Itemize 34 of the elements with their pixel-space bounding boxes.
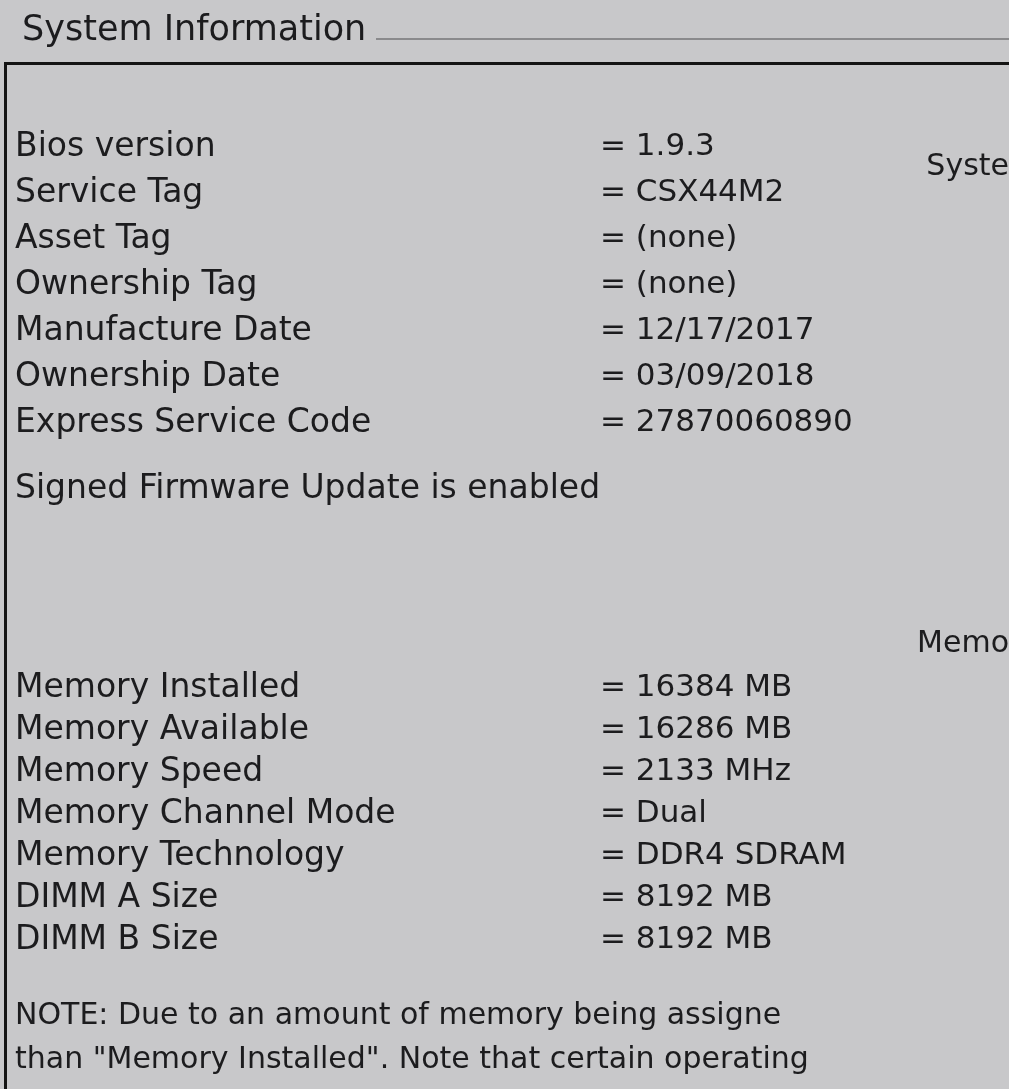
- field-value: = 27870060890: [600, 402, 853, 438]
- field-label: DIMM B Size: [15, 917, 220, 957]
- field-value: = (none): [600, 218, 739, 254]
- field-label: DIMM A Size: [15, 875, 220, 915]
- note-text: NOTE: Due to an amount of memory being assigne: [15, 995, 782, 1033]
- note-text: than "Memory Installed". Note that certain operating: [15, 1039, 809, 1077]
- field-value: = 12/17/2017: [600, 310, 816, 346]
- field-value: = 8192 MB: [600, 919, 774, 955]
- section-heading: Syste: [926, 147, 1009, 182]
- field-value: = Dual: [600, 793, 708, 829]
- field-value: = 03/09/2018: [600, 356, 816, 392]
- field-value: = CSX44M2: [600, 172, 786, 208]
- group-title: System Information: [22, 7, 367, 50]
- field-label: Memory Channel Mode: [15, 791, 397, 831]
- field-label: Memory Speed: [15, 749, 265, 789]
- field-label: Memory Technology: [15, 833, 346, 873]
- field-label: Manufacture Date: [15, 308, 313, 348]
- field-label: Memory Available: [15, 707, 311, 747]
- field-value: = 1.9.3: [600, 126, 716, 162]
- field-label: Memory Installed: [15, 665, 302, 705]
- field-value: = DDR4 SDRAM: [600, 835, 847, 871]
- field-value: = 16286 MB: [600, 709, 794, 745]
- section-heading: Memo: [917, 624, 1009, 661]
- field-value: = 2133 MHz: [600, 751, 792, 787]
- firmware-status-text: Signed Firmware Update is enabled: [15, 467, 601, 506]
- field-value: = 8192 MB: [600, 877, 774, 913]
- field-value: = 16384 MB: [600, 667, 794, 703]
- field-label: Ownership Date: [15, 354, 282, 394]
- field-label: Asset Tag: [15, 216, 173, 256]
- field-label: Express Service Code: [15, 400, 373, 440]
- field-label: Service Tag: [15, 170, 205, 210]
- field-value: = (none): [600, 264, 739, 300]
- field-label: Bios version: [15, 124, 217, 164]
- field-label: Ownership Tag: [15, 262, 259, 302]
